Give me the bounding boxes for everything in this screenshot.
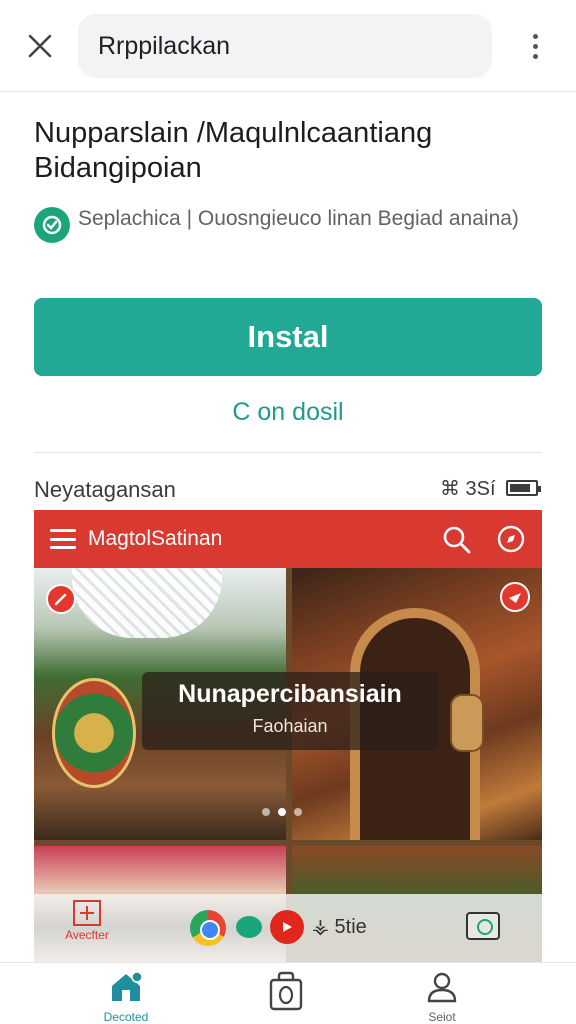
plus-icon	[73, 900, 101, 926]
share-icon	[500, 582, 530, 612]
dock-text: ⚶ 5tie	[312, 916, 367, 938]
preview-bar-title: MagtolSatinan	[88, 527, 223, 550]
umbrella-shape	[72, 568, 222, 638]
developer-text: Seplachica | Ouosngieuco linan Begiad an…	[78, 207, 519, 230]
bottom-navigation: Decoted Seiot	[0, 962, 576, 1024]
camera-icon	[466, 912, 500, 940]
overlay-title: Nunapercibansiain	[178, 680, 402, 708]
app-title: Nupparslain /Maqulnlcaantiang Bidangipoi…	[34, 117, 433, 184]
battery-icon	[505, 480, 541, 496]
nav-profile[interactable]: Seiot	[382, 971, 502, 1024]
developer-icon	[34, 207, 70, 243]
nav-home[interactable]: Decoted	[66, 971, 186, 1024]
lantern-shape	[450, 694, 484, 752]
search-text: Rrppilackan	[98, 31, 231, 60]
preview-dock: Avecfter ⚶ 5tie	[34, 894, 542, 962]
account-icon	[427, 972, 457, 1003]
section-meta-text: ⌘ 3Sí	[440, 477, 496, 500]
top-app-bar: Rrppilackan	[0, 0, 576, 92]
dock-left-label: Avecfter	[65, 928, 109, 942]
more-options-button[interactable]	[520, 28, 550, 64]
pin-icon	[46, 584, 76, 614]
bag-icon	[269, 971, 303, 1011]
more-vert-icon	[532, 33, 538, 59]
search-input[interactable]: Rrppilackan	[78, 14, 492, 78]
home-icon	[112, 971, 143, 1001]
youtube-icon	[270, 910, 304, 944]
overlay-subtitle: Faohaian	[252, 716, 328, 736]
secondary-action-link[interactable]: C on dosil	[34, 398, 542, 434]
nav-store[interactable]	[226, 971, 346, 1016]
nav-home-label: Decoted	[103, 1010, 149, 1024]
preview-app-bar: MagtolSatinan	[34, 510, 542, 568]
search-icon	[443, 526, 471, 554]
chat-icon	[236, 916, 262, 938]
dock-add-item: Avecfter	[52, 900, 122, 942]
divider	[34, 452, 542, 453]
carousel-dots	[262, 808, 302, 816]
nav-profile-label: Seiot	[428, 1010, 456, 1024]
close-icon	[28, 34, 52, 58]
close-button[interactable]	[22, 28, 58, 64]
chrome-icon	[190, 910, 226, 946]
install-button[interactable]: Instal	[34, 298, 542, 376]
section-meta: ⌘ 3Sí	[440, 476, 541, 500]
preview-overlay: Nunapercibansiain Faohaian	[142, 672, 438, 750]
developer-row[interactable]: Seplachica | Ouosngieuco linan Begiad an…	[34, 203, 554, 263]
screenshot-preview[interactable]: MagtolSatinan Nunapercibansiain Faohaian…	[34, 510, 542, 962]
menu-icon	[50, 529, 76, 549]
section-title: Neyatagansan	[34, 477, 176, 502]
compass-icon	[497, 525, 525, 553]
emblem-shape	[52, 678, 136, 788]
